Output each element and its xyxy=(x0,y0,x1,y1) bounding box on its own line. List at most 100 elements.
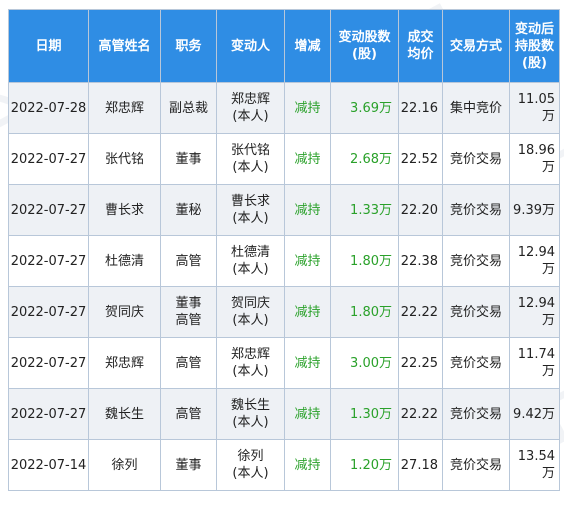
cell-position: 董秘 xyxy=(160,184,217,236)
cell-change-shares: 1.80万 xyxy=(330,286,399,338)
cell-direction: 减持 xyxy=(284,388,331,440)
header-date: 日期 xyxy=(8,9,89,83)
cell-avg-price: 22.52 xyxy=(398,133,443,185)
cell-method: 竞价交易 xyxy=(442,388,510,440)
cell-method: 竞价交易 xyxy=(442,286,510,338)
cell-holdings: 12.94万 xyxy=(509,235,560,287)
cell-line: 副总裁 xyxy=(168,100,208,116)
cell-position: 副总裁 xyxy=(160,82,217,134)
cell-method: 竞价交易 xyxy=(442,133,510,185)
header-avg-price: 成交 均价 xyxy=(398,9,443,83)
cell-date: 2022-07-27 xyxy=(8,133,89,185)
header-line: 持股数 xyxy=(514,38,554,54)
table-row: 2022-07-28 郑忠辉 副总裁 郑忠辉 (本人) 减持 3.69万 22.16 集中竞价 1… xyxy=(8,82,560,134)
header-method: 交易方式 xyxy=(442,9,510,83)
table-row: 2022-07-14 徐列 董事 徐列 (本人) 减持 1.20万 27.18 竞价交易 13.5… xyxy=(8,439,560,491)
cell-line: 董事 xyxy=(175,457,202,473)
cell-date: 2022-07-27 xyxy=(8,337,89,389)
cell-line: 魏长生 xyxy=(230,398,270,413)
header-change-shares: 变动股数 (股) xyxy=(330,9,399,83)
cell-holdings: 18.96万 xyxy=(509,133,560,185)
cell-direction: 减持 xyxy=(284,439,331,491)
cell-change-shares: 1.20万 xyxy=(330,439,399,491)
cell-line: 杜德清 xyxy=(230,245,270,260)
cell-line: (本人) xyxy=(232,364,269,379)
cell-name: 贺同庆 xyxy=(88,286,161,338)
cell-direction: 减持 xyxy=(284,235,331,287)
cell-name: 徐列 xyxy=(88,439,161,491)
cell-line: (本人) xyxy=(232,415,269,430)
cell-holdings: 11.74万 xyxy=(509,337,560,389)
cell-avg-price: 22.22 xyxy=(398,286,443,338)
header-direction: 增减 xyxy=(284,9,331,83)
cell-name: 郑忠辉 xyxy=(88,337,161,389)
cell-changer: 杜德清 (本人) xyxy=(216,235,285,287)
cell-change-shares: 1.30万 xyxy=(330,388,399,440)
cell-changer: 郑忠辉 (本人) xyxy=(216,337,285,389)
header-line: 变动股数 xyxy=(338,30,391,45)
header-line: (股) xyxy=(522,55,547,71)
header-row: 日期 高管姓名 职务 变动人 增减 变动股数 (股) 成交 均价 交易方式 变动… xyxy=(8,9,560,83)
cell-holdings: 9.39万 xyxy=(509,184,560,236)
cell-line: 贺同庆 xyxy=(230,296,270,311)
table-row: 2022-07-27 魏长生 高管 魏长生 (本人) 减持 1.30万 22.22 竞价交易 9.… xyxy=(8,388,560,440)
cell-direction: 减持 xyxy=(284,337,331,389)
cell-date: 2022-07-27 xyxy=(8,184,89,236)
cell-line: 董事 xyxy=(175,296,202,311)
table-row: 2022-07-27 郑忠辉 高管 郑忠辉 (本人) 减持 3.00万 22.25 竞价交易 11… xyxy=(8,337,560,389)
header-holdings: 变动后 持股数 (股) xyxy=(509,9,560,83)
header-line: 成交 xyxy=(407,30,434,45)
cell-change-shares: 1.80万 xyxy=(330,235,399,287)
cell-position: 高管 xyxy=(160,388,217,440)
cell-line: 郑忠辉 xyxy=(230,92,270,107)
cell-line: 高管 xyxy=(175,355,202,371)
cell-position: 董事 xyxy=(160,133,217,185)
cell-line: 董事 xyxy=(175,151,202,167)
cell-change-shares: 3.00万 xyxy=(330,337,399,389)
cell-holdings: 13.54万 xyxy=(509,439,560,491)
cell-position: 高管 xyxy=(160,337,217,389)
cell-avg-price: 27.18 xyxy=(398,439,443,491)
cell-name: 魏长生 xyxy=(88,388,161,440)
cell-holdings: 11.05万 xyxy=(509,82,560,134)
header-changer: 变动人 xyxy=(216,9,285,83)
cell-holdings: 12.94万 xyxy=(509,286,560,338)
cell-line: 徐列 xyxy=(237,449,264,464)
cell-date: 2022-07-27 xyxy=(8,286,89,338)
cell-line: 曹长求 xyxy=(230,194,270,209)
cell-changer: 曹长求 (本人) xyxy=(216,184,285,236)
cell-position: 高管 xyxy=(160,235,217,287)
header-name: 高管姓名 xyxy=(88,9,161,83)
header-position: 职务 xyxy=(160,9,217,83)
cell-avg-price: 22.16 xyxy=(398,82,443,134)
header-line: 均价 xyxy=(407,47,434,62)
table-row: 2022-07-27 贺同庆 董事 高管 贺同庆 (本人) 减持 1.80万 22.22 竞价交易… xyxy=(8,286,560,338)
cell-line: 高管 xyxy=(175,253,202,269)
cell-name: 杜德清 xyxy=(88,235,161,287)
cell-line: 董秘 xyxy=(175,202,202,218)
cell-line: (本人) xyxy=(232,262,269,277)
cell-line: (本人) xyxy=(232,211,269,226)
cell-method: 竞价交易 xyxy=(442,184,510,236)
cell-name: 张代铭 xyxy=(88,133,161,185)
cell-changer: 魏长生 (本人) xyxy=(216,388,285,440)
cell-changer: 郑忠辉 (本人) xyxy=(216,82,285,134)
cell-change-shares: 3.69万 xyxy=(330,82,399,134)
cell-line: (本人) xyxy=(232,109,269,124)
holdings-change-table-wrapper: 日期 高管姓名 职务 变动人 增减 变动股数 (股) 成交 均价 交易方式 变动… xyxy=(8,9,560,506)
cell-holdings: 9.42万 xyxy=(509,388,560,440)
cell-changer: 贺同庆 (本人) xyxy=(216,286,285,338)
cell-direction: 减持 xyxy=(284,286,331,338)
cell-name: 曹长求 xyxy=(88,184,161,236)
cell-change-shares: 1.33万 xyxy=(330,184,399,236)
header-line: 变动后 xyxy=(514,21,554,37)
cell-line: 郑忠辉 xyxy=(230,347,270,362)
cell-line: 高管 xyxy=(175,313,202,328)
cell-line: 张代铭 xyxy=(230,143,270,158)
cell-changer: 张代铭 (本人) xyxy=(216,133,285,185)
cell-line: (本人) xyxy=(232,313,269,328)
cell-method: 竞价交易 xyxy=(442,337,510,389)
header-line: (股) xyxy=(352,47,377,62)
cell-direction: 减持 xyxy=(284,184,331,236)
cell-method: 竞价交易 xyxy=(442,439,510,491)
